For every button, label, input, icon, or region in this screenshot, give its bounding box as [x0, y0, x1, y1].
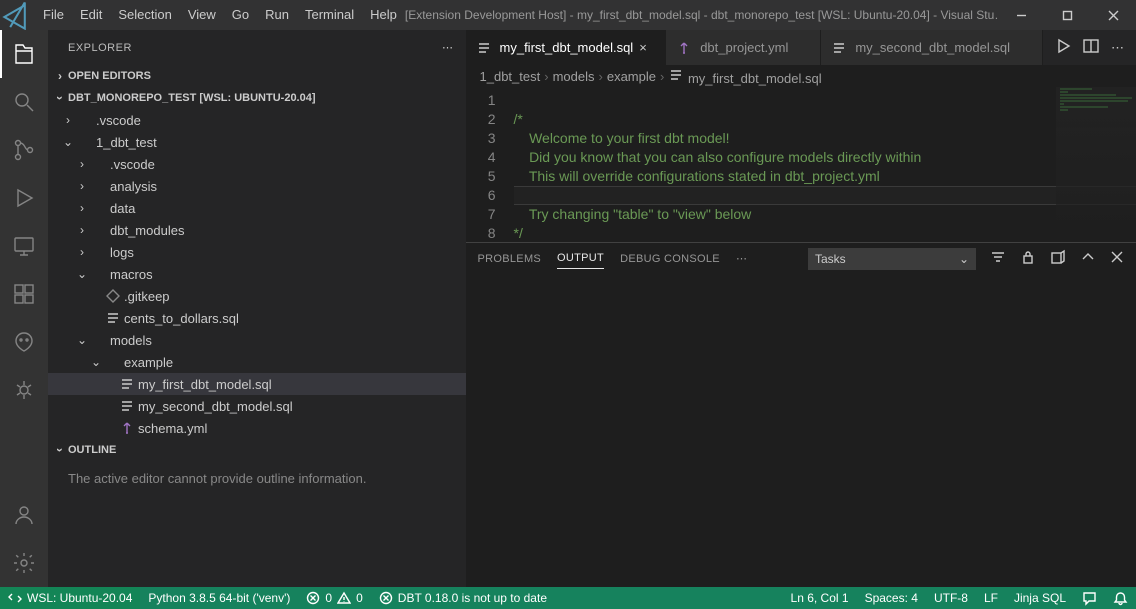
menu-help[interactable]: Help — [362, 0, 405, 30]
ext-icon-2[interactable] — [0, 366, 48, 414]
tree-item[interactable]: .gitkeep — [48, 285, 466, 307]
source-control-icon[interactable] — [0, 126, 48, 174]
maximize-button[interactable] — [1044, 0, 1090, 30]
editor-more-icon[interactable]: ⋯ — [1111, 40, 1124, 56]
feedback-icon[interactable] — [1074, 587, 1105, 609]
close-button[interactable] — [1090, 0, 1136, 30]
filter-icon[interactable] — [990, 249, 1006, 268]
run-debug-icon[interactable] — [0, 174, 48, 222]
cursor-position[interactable]: Ln 6, Col 1 — [783, 587, 857, 609]
tree-item[interactable]: ⌄models — [48, 329, 466, 351]
breadcrumb-item[interactable]: my_first_dbt_model.sql — [668, 67, 821, 86]
activity-bar — [0, 30, 48, 587]
vscode-logo-icon — [0, 0, 35, 33]
dbt-status[interactable]: DBT 0.18.0 is not up to date — [371, 587, 555, 609]
menu-file[interactable]: File — [35, 0, 72, 30]
menu-view[interactable]: View — [180, 0, 224, 30]
tree-item[interactable]: schema.yml — [48, 417, 466, 439]
panel-chevron-up-icon[interactable] — [1080, 249, 1096, 268]
file-tree: ›.vscode⌄1_dbt_test›.vscode›analysis›dat… — [48, 109, 466, 439]
ext-icon-1[interactable] — [0, 318, 48, 366]
title-bar: FileEditSelectionViewGoRunTerminalHelp [… — [0, 0, 1136, 30]
menu-go[interactable]: Go — [224, 0, 257, 30]
run-icon[interactable] — [1055, 38, 1071, 57]
editor-tab[interactable]: dbt_project.yml — [666, 30, 821, 65]
menu-bar: FileEditSelectionViewGoRunTerminalHelp — [35, 0, 405, 30]
tree-item[interactable]: ⌄macros — [48, 263, 466, 285]
code-editor[interactable]: 12345678 /* Welcome to your first dbt mo… — [466, 87, 1136, 242]
breadcrumb-item[interactable]: 1_dbt_test — [480, 69, 541, 84]
explorer-more-icon[interactable]: ⋯ — [442, 41, 454, 54]
menu-run[interactable]: Run — [257, 0, 297, 30]
explorer-title: EXPLORER — [68, 42, 132, 54]
editor-tabs: my_first_dbt_model.sql×dbt_project.ymlmy… — [466, 30, 1136, 65]
tree-item[interactable]: my_second_dbt_model.sql — [48, 395, 466, 417]
status-bar: WSL: Ubuntu-20.04 Python 3.8.5 64-bit ('… — [0, 587, 1136, 609]
sidebar: EXPLORER ⋯ ›OPEN EDITORS ›DBT_MONOREPO_T… — [48, 30, 466, 587]
eol[interactable]: LF — [976, 587, 1006, 609]
tree-item[interactable]: ›.vscode — [48, 153, 466, 175]
window-title: [Extension Development Host] - my_first_… — [405, 8, 998, 22]
breadcrumbs[interactable]: 1_dbt_test›models›example› my_first_dbt_… — [466, 65, 1136, 87]
tree-item[interactable]: ›analysis — [48, 175, 466, 197]
tree-item[interactable]: ›dbt_modules — [48, 219, 466, 241]
panel-tab-output[interactable]: OUTPUT — [557, 248, 604, 269]
tab-close-icon[interactable]: × — [639, 40, 655, 55]
menu-terminal[interactable]: Terminal — [297, 0, 362, 30]
encoding[interactable]: UTF-8 — [926, 587, 976, 609]
editor-tab[interactable]: my_first_dbt_model.sql× — [466, 30, 667, 65]
extensions-icon[interactable] — [0, 270, 48, 318]
menu-selection[interactable]: Selection — [110, 0, 179, 30]
split-editor-icon[interactable] — [1083, 38, 1099, 57]
remote-explorer-icon[interactable] — [0, 222, 48, 270]
outline-message: The active editor cannot provide outline… — [48, 461, 466, 496]
clear-icon[interactable] — [1050, 249, 1066, 268]
breadcrumb-item[interactable]: example — [607, 69, 656, 84]
editor-tab[interactable]: my_second_dbt_model.sql — [821, 30, 1043, 65]
panel-tab-debug-console[interactable]: DEBUG CONSOLE — [620, 249, 720, 269]
outline-section[interactable]: ›OUTLINE — [48, 439, 466, 461]
open-editors-section[interactable]: ›OPEN EDITORS — [48, 65, 466, 87]
python-env[interactable]: Python 3.8.5 64-bit ('venv') — [140, 587, 298, 609]
indentation[interactable]: Spaces: 4 — [857, 587, 926, 609]
panel-more-icon[interactable]: ⋯ — [736, 252, 747, 265]
tree-item[interactable]: cents_to_dollars.sql — [48, 307, 466, 329]
folder-section[interactable]: ›DBT_MONOREPO_TEST [WSL: UBUNTU-20.04] — [48, 87, 466, 109]
panel-close-icon[interactable] — [1110, 250, 1124, 267]
minimap[interactable] — [1056, 87, 1136, 237]
language-mode[interactable]: Jinja SQL — [1006, 587, 1074, 609]
tree-item[interactable]: ›.vscode — [48, 109, 466, 131]
tree-item[interactable]: ⌄example — [48, 351, 466, 373]
settings-gear-icon[interactable] — [0, 539, 48, 587]
problems-status[interactable]: 0 0 — [298, 587, 370, 609]
tree-item[interactable]: ⌄1_dbt_test — [48, 131, 466, 153]
tree-item[interactable]: my_first_dbt_model.sql — [48, 373, 466, 395]
menu-edit[interactable]: Edit — [72, 0, 110, 30]
tree-item[interactable]: ›logs — [48, 241, 466, 263]
notifications-icon[interactable] — [1105, 587, 1136, 609]
breadcrumb-item[interactable]: models — [553, 69, 595, 84]
remote-indicator[interactable]: WSL: Ubuntu-20.04 — [0, 587, 140, 609]
lock-icon[interactable] — [1020, 249, 1036, 268]
minimize-button[interactable] — [998, 0, 1044, 30]
bottom-panel: PROBLEMS OUTPUT DEBUG CONSOLE ⋯ Tasks⌄ — [466, 242, 1136, 587]
search-icon[interactable] — [0, 78, 48, 126]
accounts-icon[interactable] — [0, 491, 48, 539]
panel-tab-problems[interactable]: PROBLEMS — [478, 249, 542, 269]
tree-item[interactable]: ›data — [48, 197, 466, 219]
output-channel-select[interactable]: Tasks⌄ — [808, 248, 976, 270]
explorer-icon[interactable] — [0, 30, 48, 78]
editor-area: my_first_dbt_model.sql×dbt_project.ymlmy… — [466, 30, 1136, 587]
